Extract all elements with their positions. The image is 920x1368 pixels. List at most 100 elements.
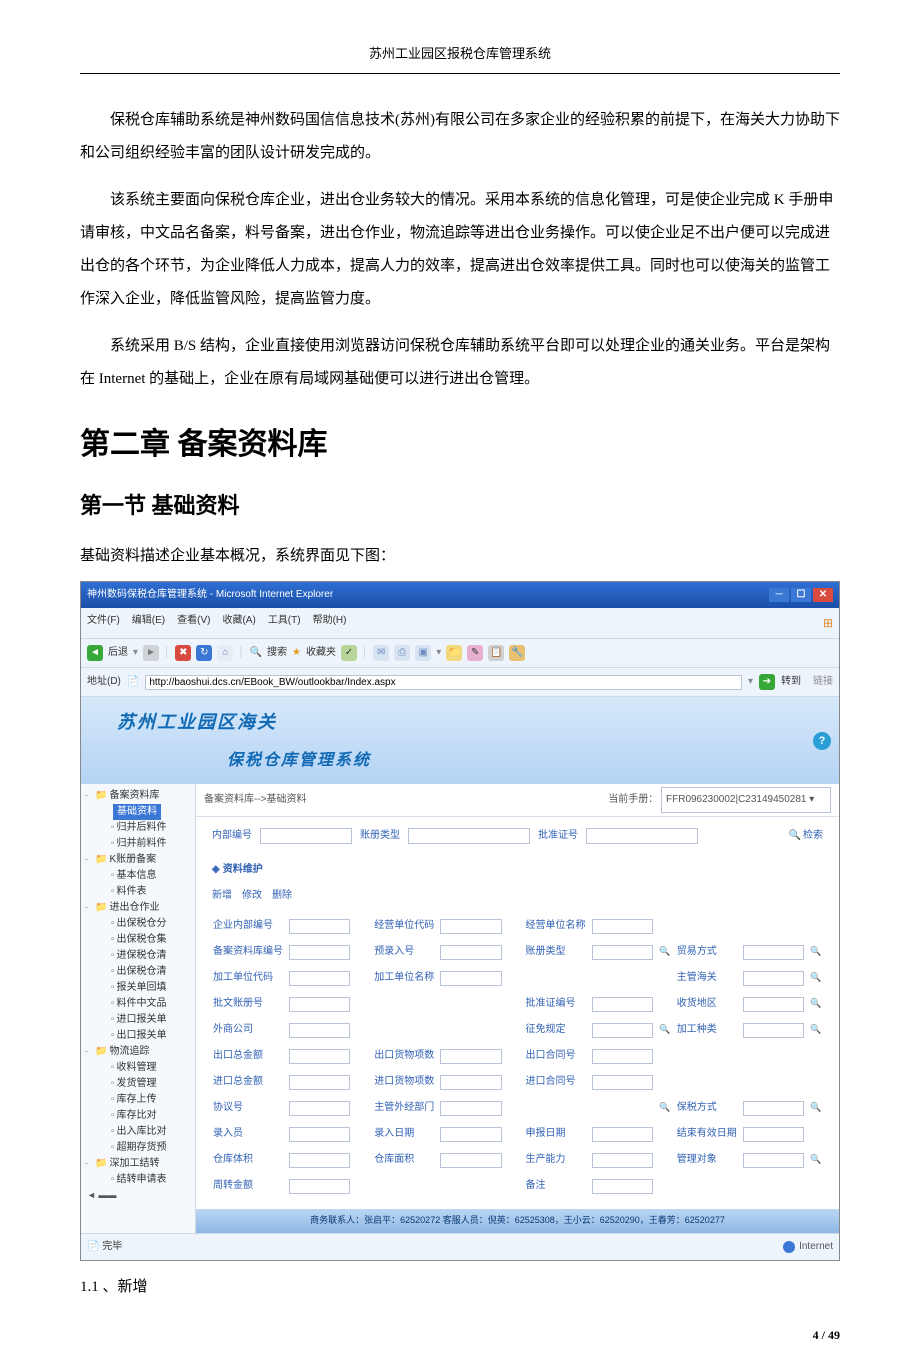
tree-label[interactable]: 归并前料件 [117,836,167,852]
search-button[interactable]: 🔍 检索 [789,825,823,847]
discuss-icon[interactable]: ✎ [467,645,483,661]
form-input[interactable] [592,1127,653,1142]
search-label[interactable]: 搜索 [267,642,287,664]
op-edit[interactable]: 修改 [242,885,262,907]
tree-node[interactable]: ▫归并后料件 [83,820,193,836]
tree-node[interactable]: ▫进保税仓清 [83,948,193,964]
tree-node[interactable]: ▫收料管理 [83,1060,193,1076]
expand-toggle-icon[interactable]: - [85,854,93,867]
search-icon[interactable]: 🔍 [250,642,262,664]
tree-node[interactable]: -📁备案资料库 [83,788,193,804]
tree-node[interactable]: ▫进口报关单 [83,1012,193,1028]
op-add[interactable]: 新增 [212,885,232,907]
tree-node[interactable]: ▫归并前料件 [83,836,193,852]
tree-node[interactable]: -📁K账册备案 [83,852,193,868]
form-input[interactable] [592,945,653,960]
form-input[interactable] [592,1049,653,1064]
form-input[interactable] [592,1179,653,1194]
tree-node[interactable]: ▫出保税仓集 [83,932,193,948]
form-input[interactable] [289,1127,350,1142]
print-icon[interactable]: ⎙ [394,645,410,661]
form-input[interactable] [743,1101,804,1116]
tree-node[interactable]: ▫结转申请表 [83,1172,193,1188]
tree-node[interactable]: ▫料件中文品 [83,996,193,1012]
form-input[interactable] [440,1153,501,1168]
tree-node[interactable]: ▫出保税仓分 [83,916,193,932]
form-input[interactable] [440,1075,501,1090]
form-input[interactable] [289,1023,350,1038]
tree-node[interactable]: 基础资料 [83,804,193,820]
tree-label[interactable]: 收料管理 [117,1060,157,1076]
form-input[interactable] [289,919,350,934]
tree-label[interactable]: 库存比对 [117,1108,157,1124]
form-input[interactable] [440,945,501,960]
tree-label[interactable]: 深加工结转 [109,1156,159,1172]
menu-item[interactable]: 编辑(E) [132,610,165,636]
search-field-2-input[interactable] [408,828,530,844]
tree-label[interactable]: 进出仓作业 [109,900,159,916]
lookup-icon[interactable]: 🔍 [656,939,674,965]
search-field-1-input[interactable] [260,828,352,844]
menu-item[interactable]: 收藏(A) [222,610,255,636]
tree-label[interactable]: 库存上传 [117,1092,157,1108]
form-input[interactable] [592,1153,653,1168]
form-input[interactable] [440,919,501,934]
tree-node[interactable]: ▫出入库比对 [83,1124,193,1140]
address-input[interactable] [145,675,742,690]
tree-node[interactable]: ▫出保税仓清 [83,964,193,980]
tree-label[interactable]: 归并后料件 [117,820,167,836]
stop-icon[interactable]: ✖ [175,645,191,661]
menu-item[interactable]: 工具(T) [268,610,301,636]
form-input[interactable] [440,971,501,986]
tree-node[interactable]: -📁深加工结转 [83,1156,193,1172]
form-input[interactable] [743,1127,804,1142]
form-input[interactable] [592,1075,653,1090]
form-input[interactable] [440,1127,501,1142]
search-field-3-input[interactable] [586,828,698,844]
tree-label[interactable]: K账册备案 [109,852,156,868]
current-handbook-select[interactable]: FFR096230002|C23149450281 ▾ [661,787,831,813]
form-input[interactable] [289,1075,350,1090]
tree-node[interactable]: ▫超期存货预 [83,1140,193,1156]
form-input[interactable] [289,971,350,986]
tree-label[interactable]: 基本信息 [117,868,157,884]
form-input[interactable] [289,1101,350,1116]
home-icon[interactable]: ⌂ [217,645,233,661]
folder-icon[interactable]: 📁 [446,645,462,661]
form-input[interactable] [743,1153,804,1168]
tree-label[interactable]: 料件中文品 [117,996,167,1012]
form-input[interactable] [743,945,804,960]
op-del[interactable]: 删除 [272,885,292,907]
back-label[interactable]: 后退 [108,642,128,664]
lookup-icon[interactable]: 🔍 [807,1095,825,1121]
form-input[interactable] [440,1049,501,1064]
form-input[interactable] [743,1023,804,1038]
form-input[interactable] [743,997,804,1012]
tree-node[interactable]: ▫报关单回填 [83,980,193,996]
menu-item[interactable]: 查看(V) [177,610,210,636]
menu-item[interactable]: 帮助(H) [313,610,347,636]
close-button[interactable]: ✕ [813,588,833,602]
edit-icon[interactable]: ▣ [415,645,431,661]
lookup-icon[interactable]: 🔍 [807,991,825,1017]
expand-toggle-icon[interactable]: - [85,1046,93,1059]
tree-label[interactable]: 出口报关单 [117,1028,167,1044]
clipboard-icon[interactable]: 📋 [488,645,504,661]
maximize-button[interactable]: ☐ [791,588,811,602]
tree-label[interactable]: 报关单回填 [117,980,167,996]
form-input[interactable] [289,997,350,1012]
go-button[interactable]: ➔ [759,674,775,690]
research-icon[interactable]: 🔧 [509,645,525,661]
tree-label[interactable]: 发货管理 [117,1076,157,1092]
go-label[interactable]: 转到 [781,671,801,693]
tree-label[interactable]: 物流追踪 [109,1044,149,1060]
tree-label[interactable]: 料件表 [117,884,147,900]
expand-toggle-icon[interactable]: - [85,790,93,803]
lookup-icon[interactable]: 🔍 [807,965,825,991]
lookup-icon[interactable]: 🔍 [656,1095,674,1121]
form-input[interactable] [289,1153,350,1168]
tree-node[interactable]: ▫料件表 [83,884,193,900]
expand-toggle-icon[interactable]: - [85,1158,93,1171]
tree-label[interactable]: 超期存货预 [117,1140,167,1156]
favorites-label[interactable]: 收藏夹 [306,642,336,664]
